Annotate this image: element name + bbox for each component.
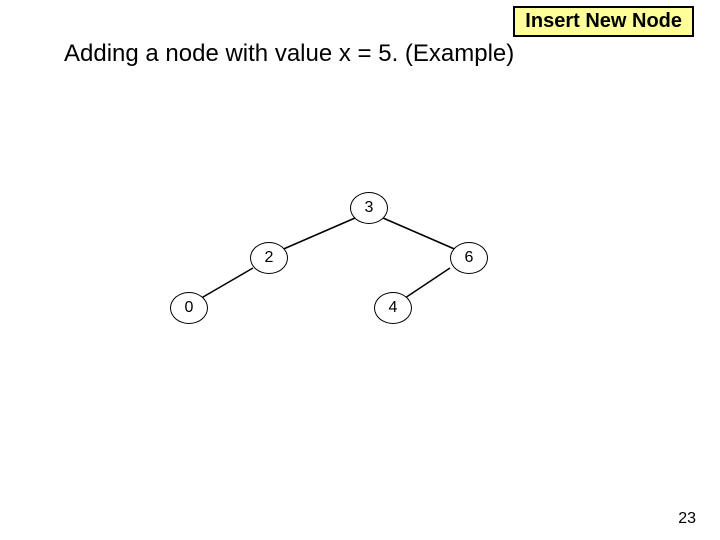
page-number: 23 [678, 510, 696, 528]
tree-edges [0, 0, 720, 540]
tree-node-right: 6 [450, 242, 488, 274]
tree-node-root: 3 [350, 192, 388, 224]
tree-node-right-left: 4 [374, 292, 412, 324]
tree-diagram: 3 2 6 0 4 [0, 0, 720, 540]
tree-node-left-left-label: 0 [185, 299, 194, 317]
tree-node-left-left: 0 [170, 292, 208, 324]
tree-node-right-left-label: 4 [389, 299, 398, 317]
tree-node-left-label: 2 [265, 249, 274, 267]
page-number-text: 23 [678, 510, 696, 527]
tree-node-left: 2 [250, 242, 288, 274]
tree-node-right-label: 6 [465, 249, 474, 267]
tree-node-root-label: 3 [365, 199, 374, 217]
